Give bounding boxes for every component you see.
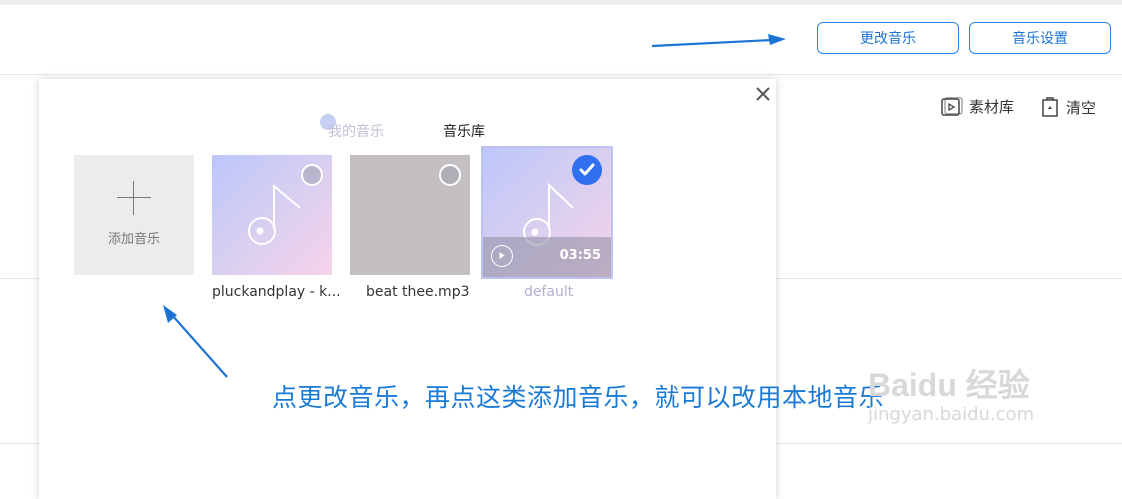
clear-label: 清空 xyxy=(1066,98,1097,117)
baidu-logo: Baidu 经验 xyxy=(868,367,1030,403)
watermark-url: jingyan.baidu.com xyxy=(868,404,1035,425)
library-button[interactable]: 素材库 xyxy=(941,96,1014,117)
divider xyxy=(0,74,1122,75)
check-icon[interactable] xyxy=(572,155,602,185)
music-dialog: 我的音乐 音乐库 添加音乐 03:55 pluckandplay - k... … xyxy=(39,79,776,499)
play-icon[interactable] xyxy=(491,245,513,267)
video-library-icon xyxy=(941,96,963,116)
annotation-text: 点更改音乐，再点这类添加音乐，就可以改用本地音乐 xyxy=(272,383,885,412)
play-bar: 03:55 xyxy=(483,237,611,277)
top-band xyxy=(0,0,1122,5)
track-name: beat thee.mp3 xyxy=(366,284,470,300)
clear-button[interactable]: 清空 xyxy=(1040,96,1096,118)
tab-music-library[interactable]: 音乐库 xyxy=(443,121,485,141)
track-card[interactable] xyxy=(350,155,470,275)
plus-icon xyxy=(133,181,134,215)
track-duration: 03:55 xyxy=(559,248,601,263)
add-music-card[interactable]: 添加音乐 xyxy=(74,155,194,275)
track-name: default xyxy=(524,284,574,300)
change-music-button[interactable]: 更改音乐 xyxy=(817,22,959,54)
close-icon[interactable] xyxy=(754,85,772,103)
music-settings-button[interactable]: 音乐设置 xyxy=(969,22,1111,54)
track-card[interactable] xyxy=(212,155,332,275)
track-name: pluckandplay - k... xyxy=(212,284,341,300)
watermark: Baidu 经验 jingyan.baidu.com xyxy=(868,360,1034,425)
clear-icon xyxy=(1042,97,1058,117)
select-radio[interactable] xyxy=(439,164,461,186)
library-label: 素材库 xyxy=(969,98,1015,116)
select-radio[interactable] xyxy=(301,164,323,186)
plus-icon xyxy=(117,197,151,198)
track-card-selected[interactable]: 03:55 xyxy=(481,146,613,279)
tab-my-music[interactable]: 我的音乐 xyxy=(328,121,384,141)
add-music-label: 添加音乐 xyxy=(107,232,160,247)
